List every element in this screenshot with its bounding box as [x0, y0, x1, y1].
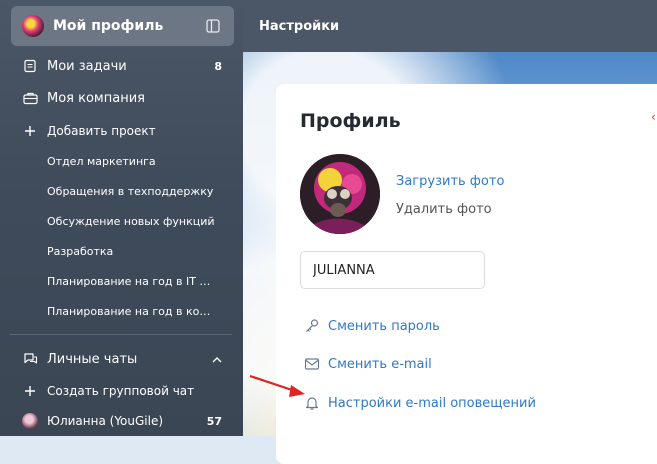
chat-user-label: Юлианна (YouGile) — [47, 414, 164, 428]
sidebar-item-label: Создать групповой чат — [47, 384, 195, 398]
key-icon — [304, 318, 320, 334]
annotation-arrow — [249, 374, 305, 397]
unread-count-badge: 57 — [206, 414, 222, 428]
sidebar-project-item[interactable]: Обращения в техподдержку — [47, 185, 217, 198]
upload-photo-link[interactable]: Загрузить фото — [396, 174, 504, 189]
my-profile-button[interactable]: Мой профиль — [11, 6, 234, 46]
sidebar-divider — [10, 334, 232, 335]
sidebar-project-item[interactable]: Обсуждение новых функций — [47, 215, 217, 228]
name-input[interactable] — [300, 251, 485, 289]
task-count-badge: 8 — [214, 59, 222, 73]
profile-title: Профиль — [300, 110, 401, 132]
sidebar: Мой профиль Мои задачи 8 Моя компания До… — [0, 0, 243, 436]
change-password-link[interactable]: Сменить пароль — [304, 318, 440, 334]
avatar — [22, 15, 44, 37]
briefcase-icon — [22, 90, 38, 106]
sidebar-item-label: Мои задачи — [47, 58, 127, 74]
sidebar-project-item[interactable]: Разработка — [47, 245, 217, 258]
my-profile-label: Мой профиль — [53, 18, 164, 34]
sidebar-item-my-company[interactable]: Моя компания — [22, 86, 232, 110]
delete-photo-link[interactable]: Удалить фото — [396, 202, 492, 217]
tasks-icon — [22, 58, 38, 74]
sidebar-project-item[interactable]: Планирование на год в кома... — [47, 305, 217, 318]
chat-item-user[interactable]: Юлианна (YouGile) 57 — [22, 409, 232, 433]
chat-icon — [22, 351, 38, 367]
sidebar-item-my-tasks[interactable]: Мои задачи 8 — [22, 54, 232, 78]
change-email-label: Сменить e-mail — [328, 356, 432, 372]
email-notifications-link[interactable]: Настройки e-mail оповещений — [304, 395, 536, 411]
profile-avatar[interactable] — [300, 154, 380, 234]
email-notifications-label: Настройки e-mail оповещений — [328, 395, 536, 411]
collapse-sidebar-icon[interactable] — [206, 19, 220, 33]
change-password-label: Сменить пароль — [328, 318, 440, 334]
create-group-chat-button[interactable]: Создать групповой чат — [22, 379, 232, 403]
sidebar-item-label: Личные чаты — [47, 351, 138, 367]
partial-icon: ‹ — [651, 110, 656, 124]
plus-icon — [22, 383, 38, 399]
profile-card: Профиль Загрузить фото Удалить фото Смен… — [276, 84, 657, 464]
sidebar-item-personal-chats[interactable]: Личные чаты — [22, 347, 232, 371]
plus-icon — [22, 123, 38, 139]
top-header: Настройки — [243, 0, 657, 52]
sidebar-item-label: Добавить проект — [47, 124, 156, 138]
user-avatar — [22, 413, 38, 429]
add-project-button[interactable]: Добавить проект — [22, 119, 232, 143]
sidebar-project-item[interactable]: Отдел маркетинга — [47, 155, 217, 168]
chevron-up-icon[interactable] — [212, 356, 222, 363]
envelope-icon — [304, 356, 320, 372]
change-email-link[interactable]: Сменить e-mail — [304, 356, 432, 372]
page-title: Настройки — [259, 18, 340, 34]
sidebar-item-label: Моя компания — [47, 90, 145, 106]
sidebar-project-item[interactable]: Планирование на год в IT ко... — [47, 275, 217, 288]
